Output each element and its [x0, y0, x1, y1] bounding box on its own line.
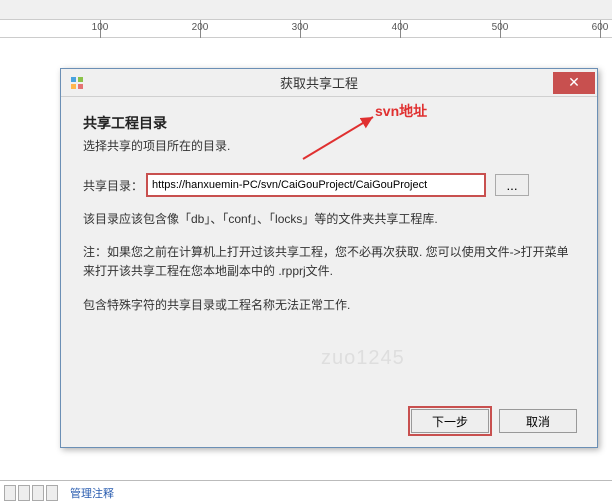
close-button[interactable]: ✕ [553, 72, 595, 94]
dialog-titlebar: 获取共享工程 ✕ [61, 69, 597, 97]
dialog-title: 获取共享工程 [85, 73, 553, 92]
info-line-1: 该目录应该包含像「db」、「conf」、「locks」等的文件夹共享工程库. [83, 210, 575, 229]
toolbar-strip [0, 0, 612, 20]
next-button[interactable]: 下一步 [411, 409, 489, 433]
app-icon [69, 75, 85, 91]
bottom-divider [0, 480, 612, 481]
nav-segment[interactable] [32, 485, 44, 501]
manage-notes-link[interactable]: 管理注释 [70, 485, 114, 501]
shared-directory-input[interactable] [147, 174, 485, 196]
annotation-svn-label: svn地址 [375, 101, 427, 121]
get-shared-project-dialog: 获取共享工程 ✕ 共享工程目录 选择共享的项目所在的目录. svn地址 共享目录… [60, 68, 598, 448]
section-heading: 共享工程目录 [83, 113, 575, 133]
section-subtext: 选择共享的项目所在的目录. [83, 137, 575, 154]
cancel-button[interactable]: 取消 [499, 409, 577, 433]
url-label: 共享目录： [83, 177, 143, 194]
bottom-controls: 管理注释 [4, 485, 114, 501]
browse-button[interactable]: ... [495, 174, 529, 196]
url-row: 共享目录： ... [83, 174, 575, 196]
info-line-3: 包含特殊字符的共享目录或工程名称无法正常工作. [83, 296, 575, 315]
nav-segment[interactable] [4, 485, 16, 501]
dialog-body: 共享工程目录 选择共享的项目所在的目录. svn地址 共享目录： ... 该目录… [61, 97, 597, 341]
close-icon: ✕ [568, 74, 580, 91]
info-line-2: 注：如果您之前在计算机上打开过该共享工程，您不必再次获取. 您可以使用文件->打… [83, 243, 575, 281]
bottom-area: 管理注释 [0, 461, 612, 503]
nav-segment[interactable] [18, 485, 30, 501]
nav-segment[interactable] [46, 485, 58, 501]
horizontal-ruler: 100 200 300 400 500 600 [0, 20, 612, 38]
dialog-buttons: 下一步 取消 [411, 409, 577, 433]
watermark-text: zuo1245 [321, 347, 405, 370]
